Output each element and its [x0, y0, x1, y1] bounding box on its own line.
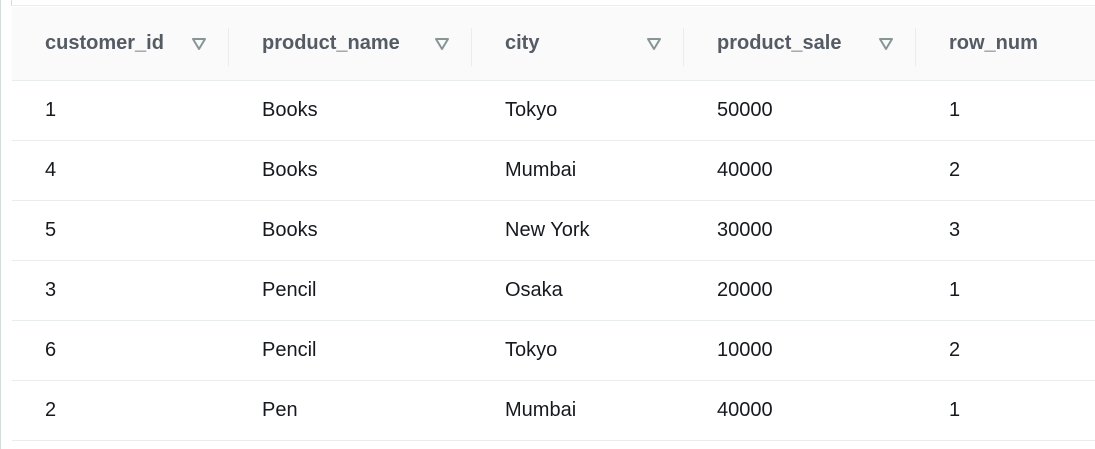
header-row: customer_id product_name city product_sa… [12, 7, 1095, 81]
cell-city: Mumbai [472, 380, 684, 441]
query-results-panel: customer_id product_name city product_sa… [0, 0, 1095, 449]
cell-product-name: Pencil [229, 320, 472, 381]
table-row: 1 Books Tokyo 50000 1 [12, 80, 1095, 141]
cell-city: Tokyo [472, 80, 684, 141]
cell-product-name: Books [229, 140, 472, 201]
cell-customer-id: 2 [12, 380, 229, 441]
cell-city: Osaka [472, 260, 684, 321]
table-row: 6 Pencil Tokyo 10000 2 [12, 320, 1095, 381]
column-header-product-sale[interactable]: product_sale [684, 7, 916, 81]
cell-city: New York [472, 200, 684, 261]
sort-triangle-icon[interactable] [191, 37, 207, 51]
column-header-city[interactable]: city [472, 7, 684, 81]
cell-product-sale: 40000 [684, 380, 916, 441]
table-row: 3 Pencil Osaka 20000 1 [12, 260, 1095, 321]
cell-product-name: Pencil [229, 260, 472, 321]
table-row: 4 Books Mumbai 40000 2 [12, 140, 1095, 201]
column-header-label: product_name [262, 32, 400, 54]
sort-triangle-icon[interactable] [878, 37, 894, 51]
table-row: 5 Books New York 30000 3 [12, 200, 1095, 261]
cell-row-num: 1 [916, 260, 1095, 321]
cell-row-num: 3 [916, 200, 1095, 261]
results-table: customer_id product_name city product_sa… [12, 7, 1095, 441]
panel-top-edge [11, 0, 1095, 6]
cell-product-sale: 50000 [684, 80, 916, 141]
cell-city: Mumbai [472, 140, 684, 201]
cell-product-sale: 10000 [684, 320, 916, 381]
sort-triangle-icon[interactable] [434, 37, 450, 51]
column-header-customer-id[interactable]: customer_id [12, 7, 229, 81]
cell-product-sale: 30000 [684, 200, 916, 261]
cell-row-num: 2 [916, 320, 1095, 381]
cell-product-name: Books [229, 200, 472, 261]
column-header-label: row_num [949, 32, 1038, 54]
cell-row-num: 1 [916, 80, 1095, 141]
cell-product-sale: 20000 [684, 260, 916, 321]
column-header-product-name[interactable]: product_name [229, 7, 472, 81]
sort-triangle-icon[interactable] [646, 37, 662, 51]
cell-row-num: 1 [916, 380, 1095, 441]
column-header-label: product_sale [717, 32, 842, 54]
column-header-row-num[interactable]: row_num [916, 7, 1095, 81]
cell-customer-id: 5 [12, 200, 229, 261]
cell-city: Tokyo [472, 320, 684, 381]
cell-product-name: Books [229, 80, 472, 141]
cell-product-sale: 40000 [684, 140, 916, 201]
cell-row-num: 2 [916, 140, 1095, 201]
cell-customer-id: 1 [12, 80, 229, 141]
column-header-label: customer_id [45, 32, 164, 54]
cell-customer-id: 4 [12, 140, 229, 201]
cell-product-name: Pen [229, 380, 472, 441]
table-row: 2 Pen Mumbai 40000 1 [12, 380, 1095, 441]
cell-customer-id: 3 [12, 260, 229, 321]
cell-customer-id: 6 [12, 320, 229, 381]
column-header-label: city [505, 32, 540, 54]
